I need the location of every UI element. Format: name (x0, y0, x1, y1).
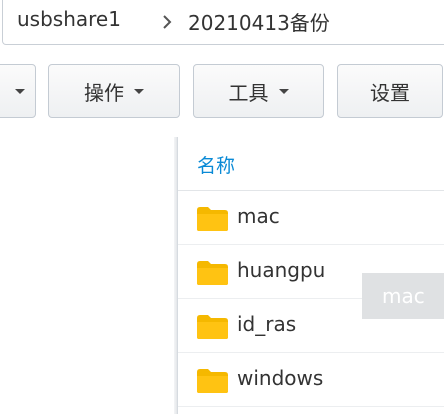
breadcrumb-item-root[interactable]: usbshare1 (17, 7, 121, 31)
folder-icon (197, 369, 228, 393)
column-header-name[interactable]: 名称 (197, 151, 235, 178)
folder-icon (197, 261, 228, 285)
file-row[interactable]: mac (178, 191, 444, 245)
breadcrumb-item-current[interactable]: 20210413备份 (188, 7, 330, 36)
file-row[interactable]: windows (178, 353, 444, 407)
caret-down-icon (134, 88, 144, 94)
tools-menu-label: 工具 (228, 80, 269, 105)
action-menu-label: 操作 (84, 80, 124, 105)
toolbar-dropdown-button-partial[interactable] (0, 64, 36, 118)
settings-button[interactable]: 设置 (337, 64, 443, 118)
tools-menu-button[interactable]: 工具 (193, 64, 324, 118)
hover-tooltip: mac (362, 273, 444, 319)
caret-down-icon (15, 88, 25, 94)
file-station-window: usbshare1 20210413备份 操作 工具 设置 名称 mac hua… (0, 0, 444, 414)
action-menu-button[interactable]: 操作 (48, 64, 180, 118)
folder-tree-panel (0, 137, 176, 414)
folder-icon (197, 315, 228, 339)
path-bar: usbshare1 20210413备份 (2, 0, 444, 45)
tooltip-text: mac (382, 284, 425, 308)
file-name: mac (237, 204, 280, 228)
file-name: windows (237, 366, 324, 390)
file-name: id_ras (237, 312, 297, 336)
caret-down-icon (278, 88, 289, 94)
file-name: huangpu (237, 258, 326, 282)
settings-label: 设置 (370, 80, 410, 105)
folder-icon (197, 207, 228, 231)
file-list-header: 名称 (178, 137, 444, 191)
chevron-right-icon (163, 15, 172, 29)
toolbar: 操作 工具 设置 (0, 64, 444, 120)
